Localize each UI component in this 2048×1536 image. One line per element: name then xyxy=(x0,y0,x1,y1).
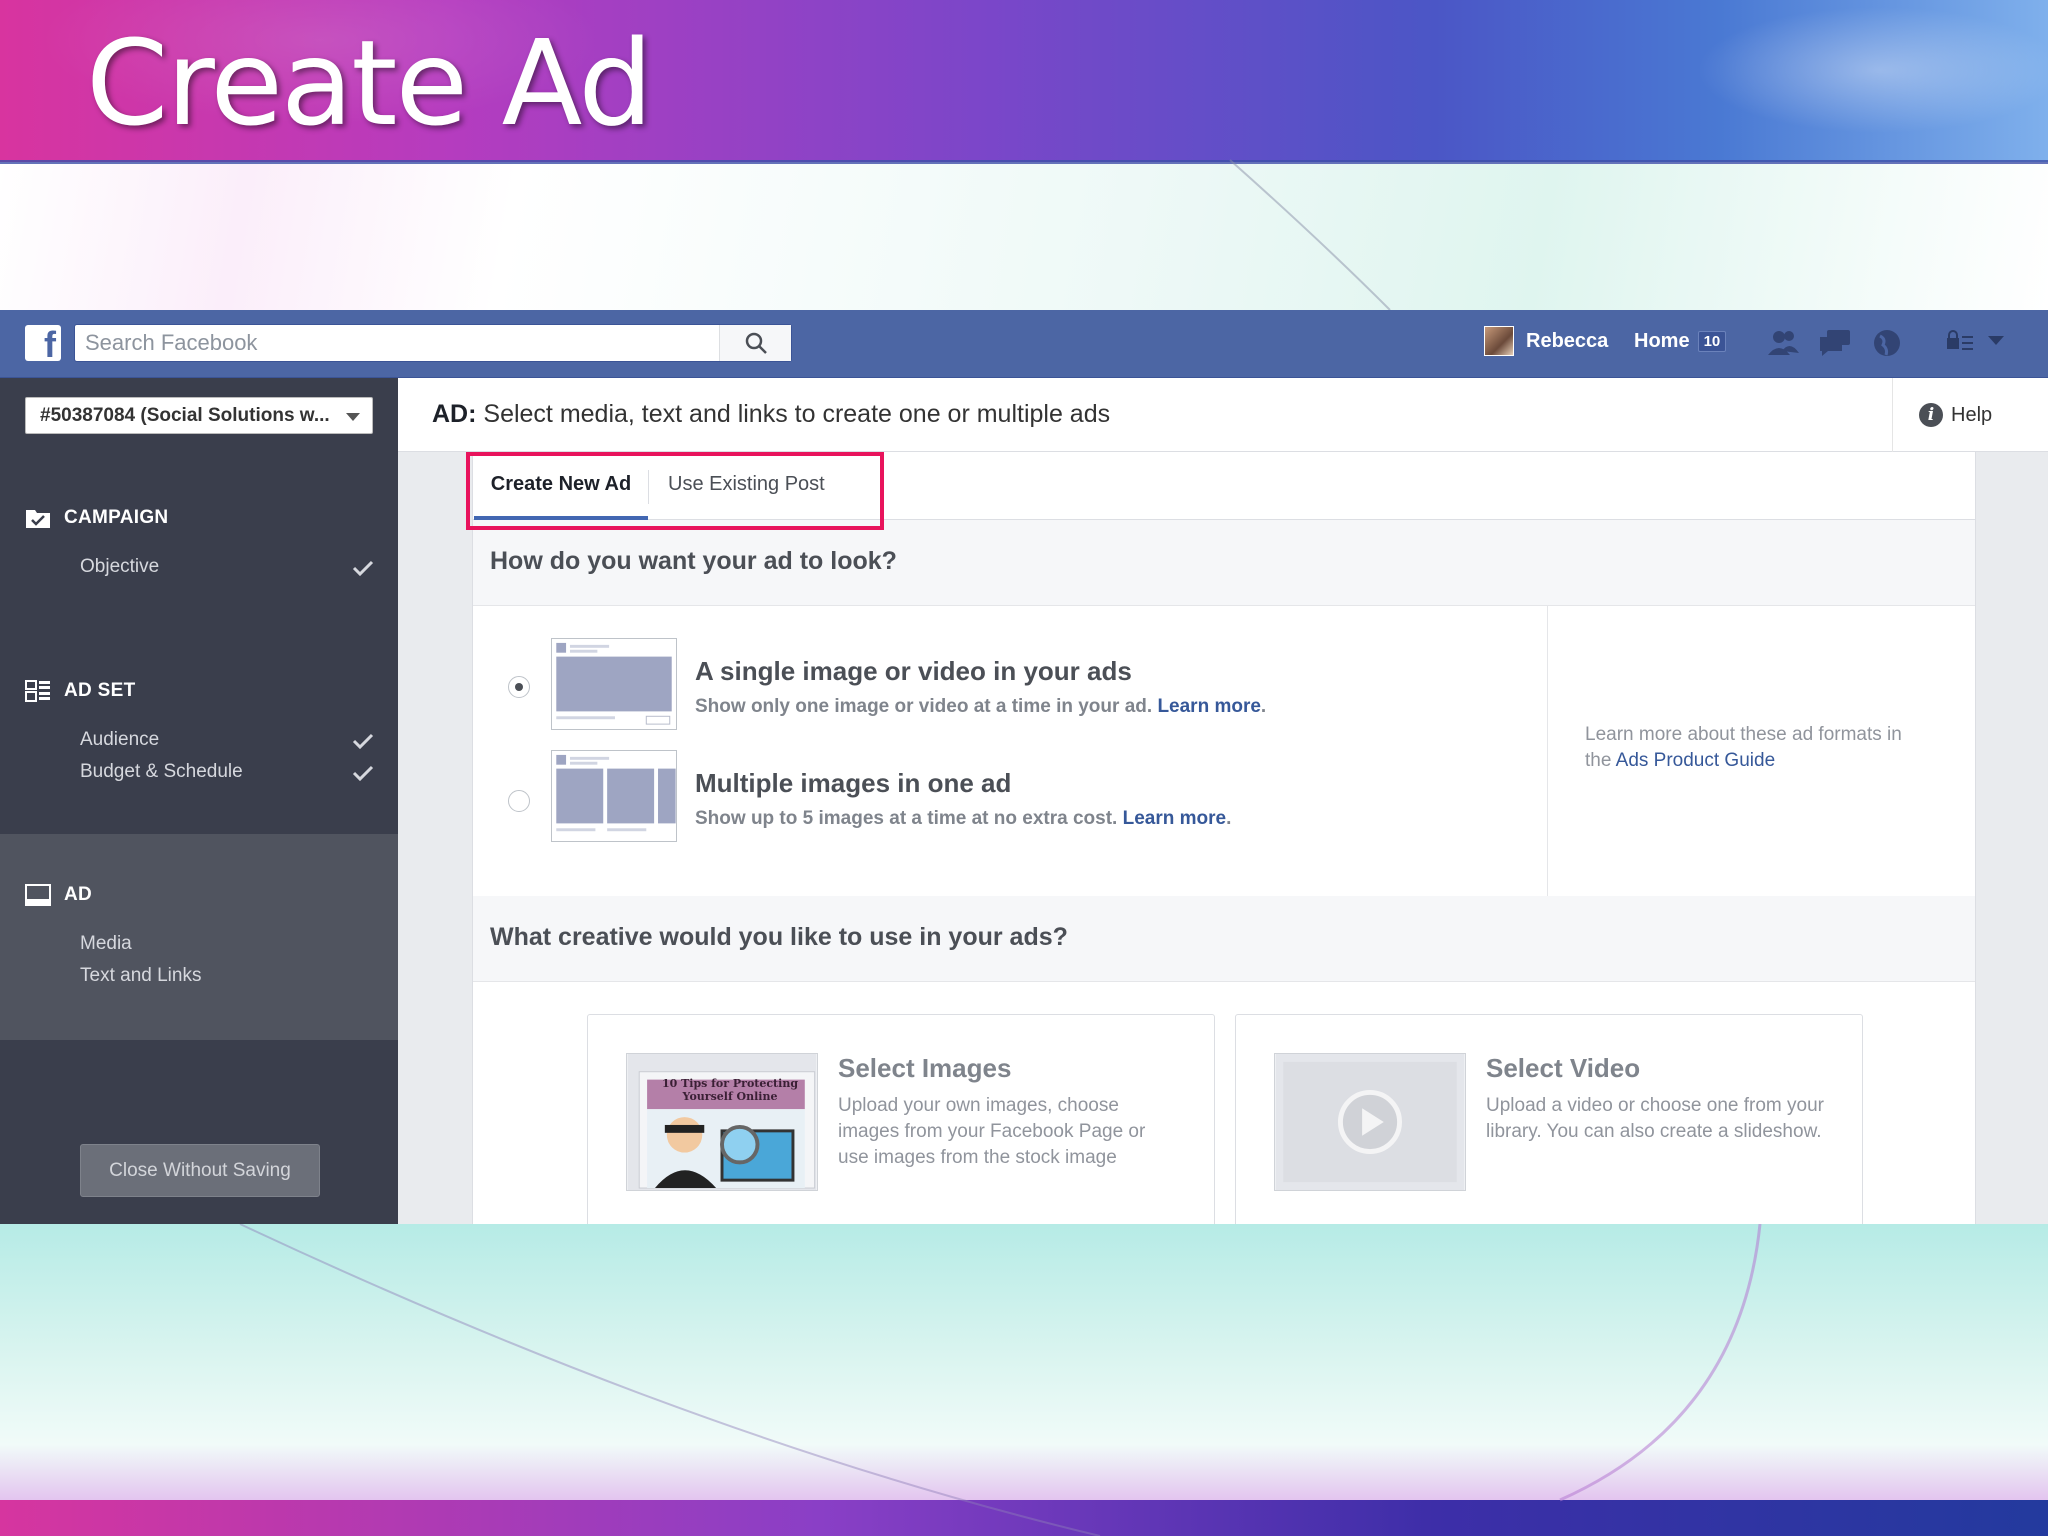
main-header: AD: Select media, text and links to crea… xyxy=(398,378,2048,452)
sidebar-section-ad[interactable]: AD xyxy=(25,884,92,906)
format-question-header: How do you want your ad to look? xyxy=(473,520,1975,606)
sidebar-section-label: CAMPAIGN xyxy=(64,507,169,528)
sidebar-item-media[interactable]: Media xyxy=(80,933,132,955)
multiple-images-radio[interactable] xyxy=(508,790,530,812)
friend-requests-icon[interactable] xyxy=(1766,327,1800,359)
home-label: Home xyxy=(1634,330,1690,352)
user-name: Rebecca xyxy=(1526,329,1609,352)
sidebar-section-label: AD SET xyxy=(64,680,136,701)
single-image-radio[interactable] xyxy=(508,676,530,698)
sidebar-active-section xyxy=(0,834,398,1040)
close-without-saving-button[interactable]: Close Without Saving xyxy=(80,1144,320,1197)
sidebar-item-audience[interactable]: Audience xyxy=(80,729,159,751)
messages-icon[interactable] xyxy=(1818,327,1852,359)
search-icon xyxy=(745,332,767,354)
sidebar-section-label: AD xyxy=(64,884,93,905)
sidebar-item-budget-schedule[interactable]: Budget & Schedule xyxy=(80,761,243,783)
select-video-card[interactable]: Select Video Upload a video or choose on… xyxy=(1235,1014,1863,1224)
multiple-images-learn-more-link[interactable]: Learn more xyxy=(1123,808,1226,829)
select-images-description: Upload your own images, choose images fr… xyxy=(838,1095,1146,1168)
single-image-format-thumbnail[interactable] xyxy=(551,638,677,730)
ads-sidebar: #50387084 (Social Solutions w... CAMPAIG… xyxy=(0,378,398,1224)
facebook-ads-manager-window: f Rebecca Home 10 xyxy=(0,310,2048,1224)
home-link[interactable]: Home 10 xyxy=(1634,330,1727,353)
ad-monitor-icon xyxy=(25,884,51,906)
ad-set-grid-icon xyxy=(25,680,50,702)
multiple-images-title: Multiple images in one ad xyxy=(695,768,1012,798)
creative-question-header: What creative would you like to use in y… xyxy=(473,896,1975,982)
ad-account-label: #50387084 (Social Solutions w... xyxy=(40,405,330,426)
select-images-thumbnail xyxy=(626,1053,818,1191)
select-images-card[interactable]: 10 Tips for Protecting Yourself Online S… xyxy=(587,1014,1215,1224)
multiple-images-desc-text: Show up to 5 images at a time at no extr… xyxy=(695,808,1118,829)
creative-question: What creative would you like to use in y… xyxy=(490,923,1068,951)
chevron-down-icon xyxy=(1988,336,2004,345)
page-title-text: Select media, text and links to create o… xyxy=(483,400,1111,428)
ad-account-select[interactable]: #50387084 (Social Solutions w... xyxy=(25,397,373,434)
facebook-top-bar: f Rebecca Home 10 xyxy=(0,310,2048,378)
slide-bottom-decoration xyxy=(0,1224,2048,1500)
sidebar-item-objective[interactable]: Objective xyxy=(80,556,159,578)
checkmark-icon xyxy=(352,765,374,781)
ad-format-options: A single image or video in your ads Show… xyxy=(473,606,1975,896)
campaign-folder-icon xyxy=(26,510,50,528)
ad-formats-note: Learn more about these ad formats in the… xyxy=(1585,722,1915,774)
home-count-badge: 10 xyxy=(1697,331,1727,352)
search-box xyxy=(74,324,792,362)
format-question: How do you want your ad to look? xyxy=(490,547,897,575)
formats-divider xyxy=(1547,606,1548,896)
thumbnail-caption: 10 Tips for Protecting Yourself Online xyxy=(661,1077,799,1103)
facebook-logo-icon[interactable]: f xyxy=(25,325,61,361)
checkmark-icon xyxy=(352,733,374,749)
multiple-images-format-thumbnail[interactable] xyxy=(551,750,677,842)
sidebar-item-text-and-links[interactable]: Text and Links xyxy=(80,965,201,987)
select-video-title: Select Video xyxy=(1486,1053,1641,1083)
ad-creation-panel: Create New Ad Use Existing Post How do y… xyxy=(472,452,1976,1224)
profile-link[interactable]: Rebecca xyxy=(1484,326,1608,356)
single-image-learn-more-link[interactable]: Learn more xyxy=(1157,696,1260,717)
single-image-description: Show only one image or video at a time i… xyxy=(695,696,1267,717)
single-image-title: A single image or video in your ads xyxy=(695,656,1132,686)
multiple-images-description: Show up to 5 images at a time at no extr… xyxy=(695,808,1232,829)
chevron-down-icon xyxy=(346,413,360,421)
select-video-thumbnail xyxy=(1274,1053,1466,1191)
help-label: Help xyxy=(1951,403,1993,426)
sidebar-section-campaign[interactable]: CAMPAIGN xyxy=(25,507,168,529)
search-button[interactable] xyxy=(719,325,791,361)
privacy-shortcuts-icon xyxy=(1947,330,1973,350)
checkmark-icon xyxy=(352,560,374,576)
search-input[interactable] xyxy=(75,325,715,361)
ads-product-guide-link[interactable]: Ads Product Guide xyxy=(1616,750,1775,771)
slide-decoration-band xyxy=(0,164,2048,310)
avatar xyxy=(1484,326,1514,356)
select-video-description: Upload a video or choose one from your l… xyxy=(1486,1095,1824,1142)
select-images-title: Select Images xyxy=(838,1053,1012,1083)
page-title-prefix: AD: xyxy=(432,400,477,428)
account-menu[interactable] xyxy=(1946,330,2004,352)
slide-title: Create Ad xyxy=(86,14,653,152)
help-button[interactable]: i Help xyxy=(1892,378,1992,452)
tab-highlight-box xyxy=(466,452,884,530)
slide-bottom-bar xyxy=(0,1500,2048,1536)
single-image-desc-text: Show only one image or video at a time i… xyxy=(695,696,1153,717)
nav-icons xyxy=(1766,327,1904,359)
sidebar-section-ad-set[interactable]: AD SET xyxy=(25,680,135,702)
notifications-globe-icon[interactable] xyxy=(1870,327,1904,359)
info-icon: i xyxy=(1919,403,1943,427)
page-title: AD: Select media, text and links to crea… xyxy=(432,400,1110,429)
creative-options: 10 Tips for Protecting Yourself Online S… xyxy=(473,982,1975,1224)
